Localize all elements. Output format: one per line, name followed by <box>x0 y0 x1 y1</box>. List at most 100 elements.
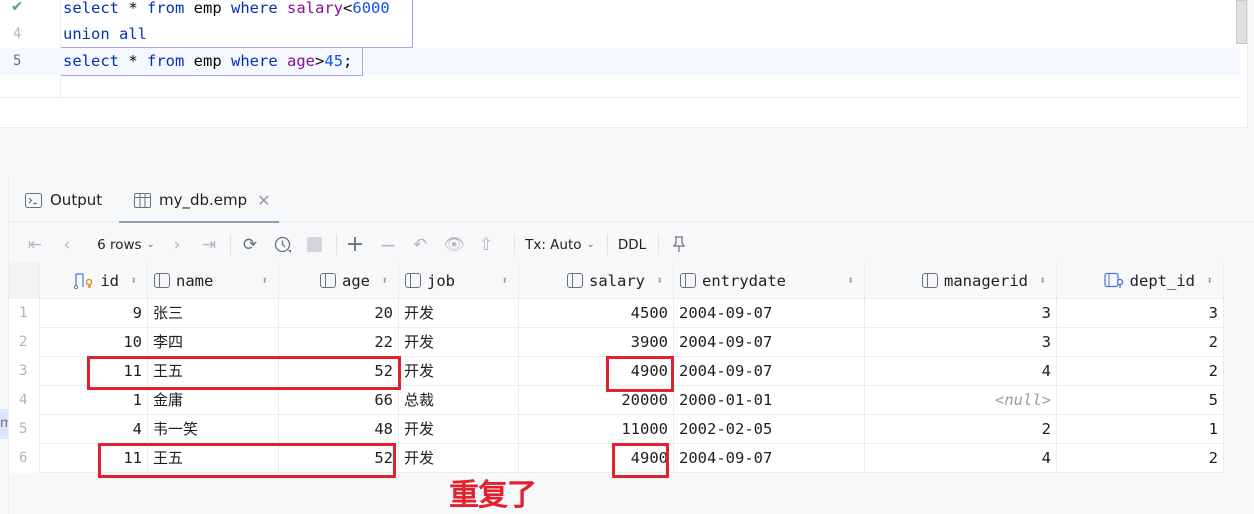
cell-age[interactable]: 20 <box>279 299 399 328</box>
table-row[interactable]: 1 9 张三 20 开发 4500 2004-09-07 3 3 <box>9 299 1224 328</box>
sort-icon[interactable]: ⬍ <box>381 274 388 287</box>
column-name: dept_id <box>1129 271 1195 290</box>
table-row[interactable]: 2 10 李四 22 开发 3900 2004-09-07 3 2 <box>9 328 1224 357</box>
cell-entrydate[interactable]: 2004-09-07 <box>674 328 865 357</box>
editor-divider <box>0 97 1240 98</box>
duplicate-highlight-row3-id-age <box>87 356 401 390</box>
column-header-salary[interactable]: salary ⬍ <box>519 262 674 299</box>
cell-salary[interactable]: 4500 <box>519 299 674 328</box>
tab-my-db-emp-label: my_db.emp <box>159 191 248 209</box>
cell-name[interactable]: 金庸 <box>148 386 279 415</box>
cell-managerid[interactable]: 2 <box>865 415 1057 444</box>
cell-managerid[interactable]: 3 <box>865 299 1057 328</box>
cell-entrydate[interactable]: 2002-02-05 <box>674 415 865 444</box>
sort-icon[interactable]: ⬍ <box>501 274 508 287</box>
column-header-id[interactable]: id ⬍ <box>40 262 148 299</box>
editor-scrollbar-track[interactable] <box>1247 0 1254 128</box>
prev-page-icon[interactable]: ‹ <box>57 228 77 261</box>
side-tab[interactable]: m <box>0 409 8 439</box>
cell-entrydate[interactable]: 2000-01-01 <box>674 386 865 415</box>
cell-salary[interactable]: 11000 <box>519 415 674 444</box>
cell-managerid[interactable]: 3 <box>865 328 1057 357</box>
ddl-button[interactable]: DDL <box>615 228 649 261</box>
row-number[interactable]: 1 <box>9 299 40 328</box>
cell-job[interactable]: 开发 <box>399 299 519 328</box>
cell-name[interactable]: 韦一笑 <box>148 415 279 444</box>
tab-output[interactable]: Output <box>25 178 102 222</box>
cell-age[interactable]: 22 <box>279 328 399 357</box>
cell-age[interactable]: 48 <box>279 415 399 444</box>
row-number[interactable]: 5 <box>9 415 40 444</box>
cell-id[interactable]: 1 <box>40 386 148 415</box>
sort-icon[interactable]: ⬍ <box>261 274 268 287</box>
cell-name[interactable]: 张三 <box>148 299 279 328</box>
cell-id[interactable]: 4 <box>40 415 148 444</box>
cell-job[interactable]: 总裁 <box>399 386 519 415</box>
cell-entrydate[interactable]: 2004-09-07 <box>674 357 865 386</box>
row-number[interactable]: 4 <box>9 386 40 415</box>
column-icon <box>320 273 337 288</box>
first-page-icon[interactable]: ⇤ <box>25 228 45 261</box>
cell-dept-id[interactable]: 5 <box>1057 386 1224 415</box>
column-header-entrydate[interactable]: entrydate ⬍ <box>674 262 865 299</box>
cell-job[interactable]: 开发 <box>399 328 519 357</box>
row-number[interactable]: 6 <box>9 444 40 473</box>
last-page-icon[interactable]: ⇥ <box>199 228 219 261</box>
stop-icon[interactable] <box>305 228 323 261</box>
rows-dropdown[interactable]: 6 rows ⌄ <box>91 228 161 261</box>
add-row-icon[interactable]: + <box>345 228 365 261</box>
refresh-icon[interactable]: ⟳ <box>240 228 260 261</box>
pin-icon[interactable] <box>669 228 689 261</box>
chevron-down-icon: ⌄ <box>146 239 155 250</box>
row-number[interactable]: 2 <box>9 328 40 357</box>
cell-managerid[interactable]: 4 <box>865 357 1057 386</box>
column-header-name[interactable]: name ⬍ <box>148 262 279 299</box>
sort-icon[interactable]: ⬍ <box>1039 274 1046 287</box>
cell-id[interactable]: 9 <box>40 299 148 328</box>
ddl-label: DDL <box>617 236 647 253</box>
undo-icon[interactable]: ↶ <box>410 228 430 261</box>
tx-mode-dropdown[interactable]: Tx: Auto ⌄ <box>522 228 598 261</box>
column-header-job[interactable]: job ⬍ <box>399 262 519 299</box>
cell-job[interactable]: 开发 <box>399 357 519 386</box>
next-page-icon[interactable]: › <box>167 228 187 261</box>
sort-icon[interactable]: ⬍ <box>1206 274 1213 287</box>
cell-managerid[interactable]: <null> <box>865 386 1057 415</box>
sort-icon[interactable]: ⬍ <box>847 274 854 287</box>
history-icon[interactable] <box>272 228 294 261</box>
sql-editor[interactable]: ✔3select * from emp where salary<60004un… <box>0 0 1254 128</box>
sort-icon[interactable]: ⬍ <box>130 274 137 287</box>
tab-my-db-emp[interactable]: my_db.emp ✕ <box>119 178 279 223</box>
table-row[interactable]: 5 4 韦一笑 48 开发 11000 2002-02-05 2 1 <box>9 415 1224 444</box>
close-icon[interactable]: ✕ <box>257 191 270 210</box>
cell-job[interactable]: 开发 <box>399 444 519 473</box>
preview-changes-icon[interactable]: 👁 <box>443 228 465 261</box>
toolbar-separator <box>607 234 608 255</box>
cell-salary[interactable]: 3900 <box>519 328 674 357</box>
cell-entrydate[interactable]: 2004-09-07 <box>674 299 865 328</box>
cell-dept-id[interactable]: 1 <box>1057 415 1224 444</box>
column-header-managerid[interactable]: managerid ⬍ <box>865 262 1057 299</box>
cell-age[interactable]: 66 <box>279 386 399 415</box>
column-header-age[interactable]: age ⬍ <box>279 262 399 299</box>
cell-id[interactable]: 10 <box>40 328 148 357</box>
sort-icon[interactable]: ⬍ <box>656 274 663 287</box>
cell-dept-id[interactable]: 2 <box>1057 444 1224 473</box>
cell-job[interactable]: 开发 <box>399 415 519 444</box>
submit-icon[interactable]: ⇧ <box>476 228 496 261</box>
cell-dept-id[interactable]: 2 <box>1057 328 1224 357</box>
column-icon <box>680 273 697 288</box>
column-header-dept-id[interactable]: dept_id ⬍ <box>1057 262 1224 299</box>
column-name: job <box>427 271 455 290</box>
delete-row-icon[interactable]: − <box>378 228 398 261</box>
cell-dept-id[interactable]: 2 <box>1057 357 1224 386</box>
cell-dept-id[interactable]: 3 <box>1057 299 1224 328</box>
editor-scrollbar-thumb[interactable] <box>1236 0 1247 44</box>
row-number[interactable]: 3 <box>9 357 40 386</box>
console-icon <box>25 192 42 208</box>
execution-success-icon: ✔ <box>12 0 23 16</box>
cell-managerid[interactable]: 4 <box>865 444 1057 473</box>
cell-entrydate[interactable]: 2004-09-07 <box>674 444 865 473</box>
table-icon <box>134 192 151 208</box>
cell-name[interactable]: 李四 <box>148 328 279 357</box>
